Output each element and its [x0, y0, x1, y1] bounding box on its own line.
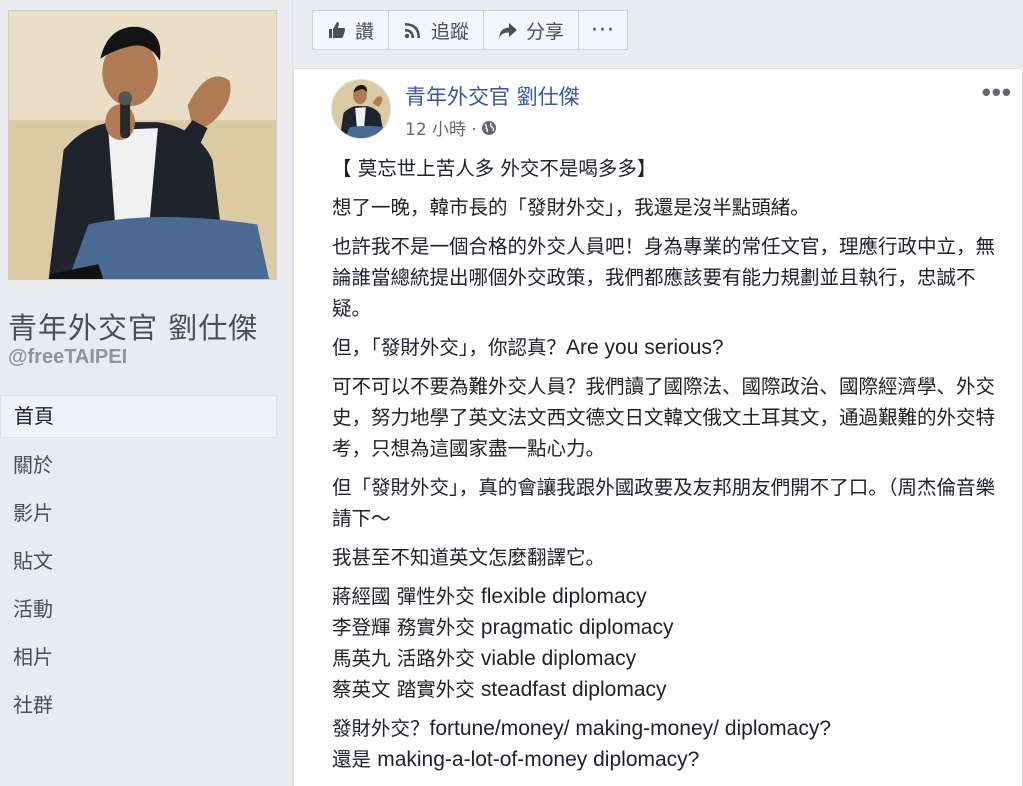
post-paragraph: 想了一晚，韓市長的「發財外交」，我還是沒半點頭緒。 [332, 196, 810, 219]
nav-item-videos[interactable]: 影片 [0, 491, 277, 539]
list-item: 蔡英文 踏實外交 steadfast diplomacy [332, 674, 1012, 705]
globe-icon [481, 120, 496, 135]
post-timestamp[interactable]: 12 小時 · [405, 115, 477, 140]
author-avatar[interactable] [331, 79, 391, 139]
post-paragraph: 我甚至不知道英文怎麼翻譯它。 [332, 546, 606, 569]
post-paragraph: 可不可以不要為難外交人員？我們讀了國際法、國際政治、國際經濟學、外交史，努力地學… [332, 375, 996, 460]
post-text: 但，「發財外交」，你認真？ [332, 336, 567, 359]
post-meta: 12 小時 · [405, 115, 497, 140]
list-item-zh: 蔣經國 彈性外交 [332, 585, 475, 608]
closing-en: fortune/money/ making-money/ diplomacy? [429, 717, 832, 740]
follow-button[interactable]: 追蹤 [389, 11, 485, 49]
share-arrow-icon [499, 23, 518, 38]
list-item-zh: 蔡英文 踏實外交 [332, 678, 475, 701]
nav-item-about[interactable]: 關於 [0, 443, 277, 491]
list-item: 馬英九 活路外交 viable diplomacy [332, 643, 1012, 674]
nav-item-events[interactable]: 活動 [0, 587, 277, 635]
page-action-bar: 讚 追蹤 分享 ··· [312, 10, 629, 50]
share-button[interactable]: 分享 [484, 11, 580, 49]
nav-item-posts[interactable]: 貼文 [0, 539, 277, 587]
list-item-zh: 李登輝 務實外交 [332, 616, 475, 639]
post-card: 青年外交官 劉仕傑 12 小時 · ••• 【 莫忘世上苦人多 外交不是喝多多】… [293, 68, 1023, 786]
list-item-en: viable diplomacy [480, 647, 637, 670]
closing-zh: 還是 [332, 748, 372, 771]
post-paragraph: 但「發財外交」，真的會讓我跟外國政要及友邦朋友們開不了口。（周杰倫音樂請下～ [332, 476, 996, 530]
follow-label: 追蹤 [431, 20, 470, 43]
list-item: 蔣經國 彈性外交 flexible diplomacy [332, 581, 1012, 612]
rss-icon [404, 23, 421, 39]
closing-en: making-a-lot-of-money diplomacy? [377, 748, 700, 771]
closing-zh: 發財外交？ [332, 717, 430, 740]
more-options-button[interactable]: ··· [579, 11, 627, 49]
page-sidebar: 青年外交官 劉仕傑 @freeTAIPEI 首頁 關於 影片 貼文 活動 相片 … [0, 0, 293, 786]
profile-photo[interactable] [8, 10, 277, 280]
list-item-en: pragmatic diplomacy [480, 616, 674, 639]
closing-line: 發財外交？fortune/money/ making-money/ diplom… [332, 713, 1012, 744]
page-nav: 首頁 關於 影片 貼文 活動 相片 社群 [0, 395, 277, 731]
diplomacy-list: 蔣經國 彈性外交 flexible diplomacy 李登輝 務實外交 pra… [332, 581, 1012, 705]
thumbs-up-icon [329, 22, 346, 38]
nav-item-community[interactable]: 社群 [0, 683, 277, 731]
list-item-en: steadfast diplomacy [480, 678, 667, 701]
post-paragraph: 但，「發財外交」，你認真？Are you serious? [332, 332, 1012, 363]
like-button[interactable]: 讚 [313, 11, 390, 49]
post-paragraph: 也許我不是一個合格的外交人員吧！身為專業的常任文官，理應行政中立，無論誰當總統提… [332, 235, 996, 320]
page-title: 青年外交官 劉仕傑 [8, 311, 259, 345]
post-paragraph: 【 莫忘世上苦人多 外交不是喝多多】 [332, 157, 657, 180]
share-label: 分享 [526, 20, 565, 43]
profile-photo-image [9, 11, 276, 279]
post-text-en: Are you serious? [566, 336, 724, 359]
post-body: 【 莫忘世上苦人多 外交不是喝多多】 想了一晚，韓市長的「發財外交」，我還是沒半… [332, 153, 1012, 783]
list-item: 李登輝 務實外交 pragmatic diplomacy [332, 612, 1012, 643]
list-item-zh: 馬英九 活路外交 [332, 647, 475, 670]
page-handle[interactable]: @freeTAIPEI [8, 346, 127, 369]
nav-item-home[interactable]: 首頁 [0, 395, 277, 438]
nav-item-photos[interactable]: 相片 [0, 635, 277, 683]
closing-line: 還是 making-a-lot-of-money diplomacy? [332, 744, 1012, 775]
closing-lines: 發財外交？fortune/money/ making-money/ diplom… [332, 713, 1012, 775]
list-item-en: flexible diplomacy [480, 585, 647, 608]
post-author-name[interactable]: 青年外交官 劉仕傑 [405, 81, 580, 111]
like-label: 讚 [355, 20, 375, 43]
post-options-icon[interactable]: ••• [982, 77, 1012, 108]
avatar-image [332, 80, 390, 138]
